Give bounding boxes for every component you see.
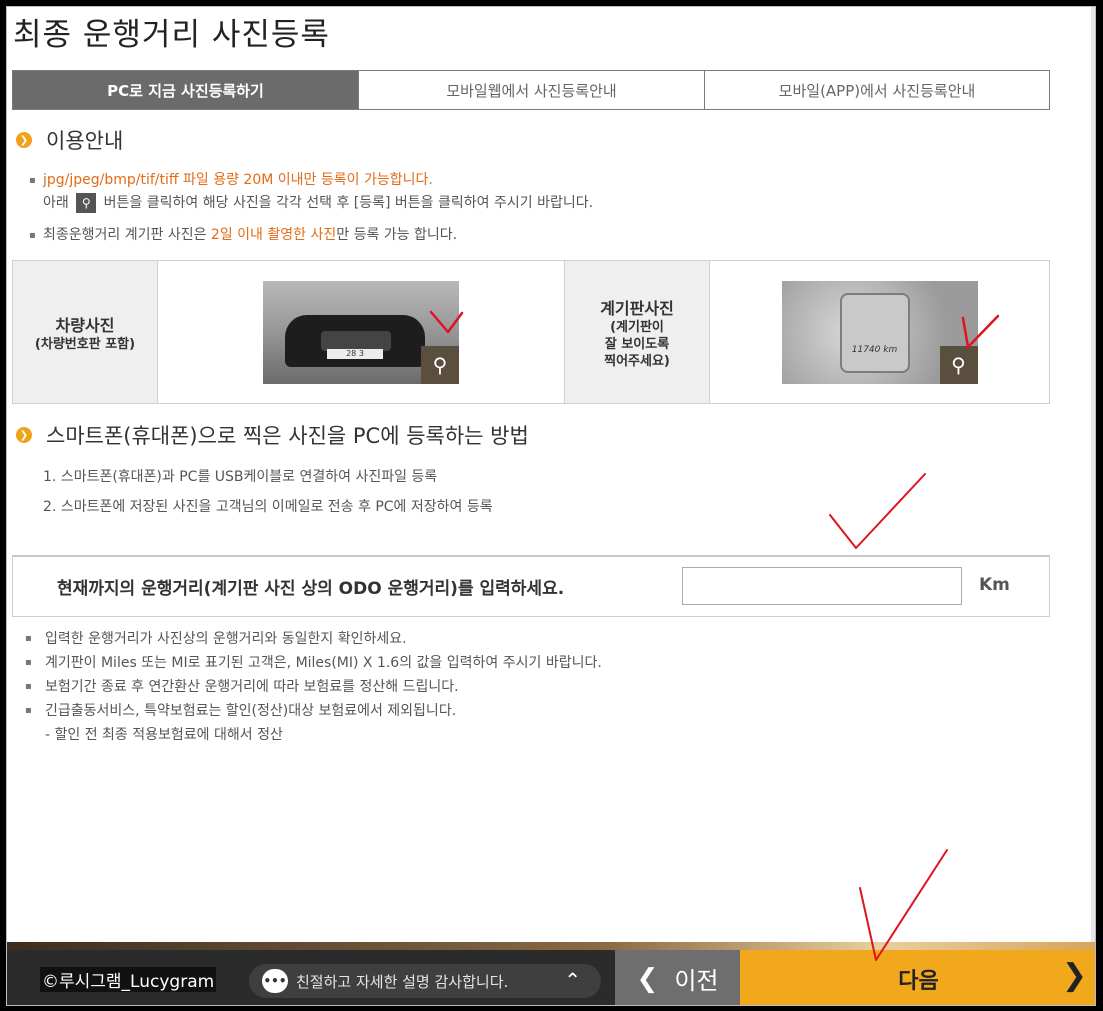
car-photo-label-cell: 차량사진 (차량번호판 포함): [13, 261, 157, 403]
odometer-entry-box: 현재까지의 운행거리(계기판 사진 상의 ODO 운행거리)를 입력하세요. K…: [12, 555, 1050, 617]
car-photo-label: 차량사진: [55, 315, 115, 335]
odometer-label: 현재까지의 운행거리(계기판 사진 상의 ODO 운행거리)를 입력하세요.: [57, 579, 565, 599]
howto-step-1: 1. 스마트폰(휴대폰)과 PC를 USB케이블로 연결하여 사진파일 등록: [43, 469, 438, 485]
info-list: 입력한 운행거리가 사진상의 운행거리와 동일한지 확인하세요. 계기판이 Mi…: [25, 627, 602, 747]
guide-heading-text: 이용안내: [46, 129, 124, 153]
magnifier-icon: ⚲: [951, 352, 966, 377]
photo-upload-table: 차량사진 (차량번호판 포함) 28 3 ⚲ 계기판사진 (계기판이 잘 보이도…: [12, 260, 1050, 404]
dash-photo-search-button[interactable]: ⚲: [939, 345, 978, 384]
info-item-2: 계기판이 Miles 또는 MI로 표기된 고객은, Miles(MI) X 1…: [25, 651, 602, 675]
page-title: 최종 운행거리 사진등록: [13, 17, 330, 53]
dash-screen: 11740 km: [839, 292, 910, 373]
comment-text: 친절하고 자세한 설명 감사합니다.: [296, 972, 509, 991]
howto-heading: ❯ 스마트폰(휴대폰)으로 찍은 사진을 PC에 등록하는 방법: [16, 420, 529, 450]
prev-button-label: 이전: [674, 967, 719, 995]
howto-step-2: 2. 스마트폰에 저장된 사진을 고객님의 이메일로 전송 후 PC에 저장하여…: [43, 499, 493, 515]
next-button[interactable]: 다음 ❯: [740, 950, 1095, 1005]
guide-note-2-suffix: 만 등록 가능 합니다.: [336, 227, 458, 243]
odometer-unit: Km: [979, 575, 1010, 595]
odometer-input[interactable]: [682, 567, 962, 605]
tab-mobile-app[interactable]: 모바일(APP)에서 사진등록안내: [704, 71, 1049, 109]
info-item-4: 긴급출동서비스, 특약보험료는 할인(정산)대상 보험료에서 제외됩니다.: [25, 699, 602, 723]
search-icon: ⚲: [76, 193, 97, 213]
guide-note-2: 최종운행거리 계기판 사진은 2일 이내 촬영한 사진만 등록 가능 합니다.: [29, 224, 593, 247]
tab-pc-upload[interactable]: PC로 지금 사진등록하기: [13, 71, 358, 109]
guide-notes: jpg/jpeg/bmp/tif/tiff 파일 용량 20M 이내만 등록이 …: [29, 169, 593, 247]
howto-heading-text: 스마트폰(휴대폰)으로 찍은 사진을 PC에 등록하는 방법: [46, 424, 529, 448]
dash-photo-label-cell: 계기판사진 (계기판이 잘 보이도록 찍어주세요): [564, 261, 709, 403]
howto-steps: 1. 스마트폰(휴대폰)과 PC를 USB케이블로 연결하여 사진파일 등록 2…: [43, 462, 493, 522]
guide-note-1-highlight: jpg/jpeg/bmp/tif/tiff 파일 용량 20M 이내만 등록이 …: [43, 172, 433, 188]
chat-bubble-icon: •••: [262, 969, 288, 993]
guide-note-1-line2: 아래 ⚲ 버튼을 클릭하여 해당 사진을 각각 선택 후 [등록] 버튼을 클릭…: [29, 192, 593, 215]
guide-note-2-prefix: 최종운행거리 계기판 사진은: [43, 227, 207, 243]
car-grille: [321, 330, 391, 351]
guide-note-1-prefix: 아래: [43, 195, 69, 211]
next-button-label: 다음: [898, 968, 939, 994]
chevron-right-icon: ❯: [16, 132, 32, 148]
dash-photo-sublabel-1: (계기판이: [610, 319, 664, 335]
dash-photo-label: 계기판사진: [600, 298, 674, 318]
chevron-up-icon[interactable]: ⌃: [564, 968, 581, 992]
tab-bar: PC로 지금 사진등록하기 모바일웹에서 사진등록안내 모바일(APP)에서 사…: [12, 70, 1050, 110]
dash-reading: 11740 km: [851, 344, 898, 355]
chevron-right-icon: ❯: [16, 427, 32, 443]
prev-button[interactable]: ❮ 이전: [615, 950, 740, 1005]
dash-photo-sublabel-2: 잘 보이도록: [604, 336, 670, 352]
info-item-4-sub: - 할인 전 최종 적용보험료에 대해서 정산: [45, 727, 283, 743]
guide-heading: ❯ 이용안내: [16, 125, 123, 155]
info-item-1: 입력한 운행거리가 사진상의 운행거리와 동일한지 확인하세요.: [25, 627, 602, 651]
dash-photo-thumbnail: 11740 km ⚲: [781, 280, 978, 384]
scrollbar[interactable]: [1091, 7, 1095, 942]
app-window: 최종 운행거리 사진등록 PC로 지금 사진등록하기 모바일웹에서 사진등록안내…: [6, 6, 1096, 1006]
chevron-left-icon: ❮: [636, 963, 659, 994]
chevron-right-icon: ❯: [1061, 958, 1087, 993]
dash-photo-cell: 11740 km ⚲: [709, 261, 1049, 403]
magnifier-icon: ⚲: [432, 352, 448, 377]
car-photo-cell: 28 3 ⚲: [157, 261, 564, 403]
car-photo-thumbnail: 28 3 ⚲: [263, 280, 459, 384]
info-item-3: 보험기간 종료 후 연간환산 운행거리에 따라 보험료를 정산해 드립니다.: [25, 675, 602, 699]
guide-note-2-highlight: 2일 이내 촬영한 사진: [210, 227, 337, 243]
bottom-bar: ©루시그램_Lucygram ••• 친절하고 자세한 설명 감사합니다. ⌃ …: [7, 942, 1095, 1005]
dash-photo-sublabel-3: 찍어주세요): [604, 353, 670, 369]
comment-bar[interactable]: ••• 친절하고 자세한 설명 감사합니다. ⌃: [249, 964, 601, 998]
guide-note-1: jpg/jpeg/bmp/tif/tiff 파일 용량 20M 이내만 등록이 …: [29, 169, 593, 192]
tab-mobile-web[interactable]: 모바일웹에서 사진등록안내: [358, 71, 704, 109]
guide-note-1-suffix: 버튼을 클릭하여 해당 사진을 각각 선택 후 [등록] 버튼을 클릭하여 주시…: [103, 195, 594, 211]
credit-watermark: ©루시그램_Lucygram: [40, 967, 217, 992]
car-photo-search-button[interactable]: ⚲: [421, 345, 459, 384]
car-plate: 28 3: [327, 348, 383, 359]
car-photo-sublabel: (차량번호판 포함): [34, 336, 136, 352]
